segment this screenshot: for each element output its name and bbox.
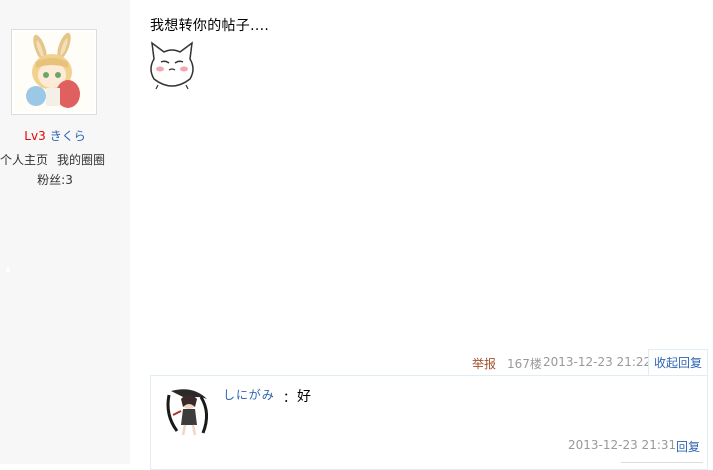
divider — [621, 462, 703, 463]
my-circle-link[interactable]: 我的圈圈 — [57, 153, 105, 167]
report-link[interactable]: 举报 — [472, 355, 496, 372]
user-level-line: Lv3 きくら — [0, 127, 110, 144]
post-content: 我想转你的帖子.... — [150, 18, 270, 34]
fans-count: 粉丝:3 — [37, 173, 73, 187]
user-links: 个人主页 我的圈圈 — [0, 151, 105, 168]
sub-reply-username[interactable]: しにがみ — [223, 386, 275, 403]
sub-reply-time: 2013-12-23 21:31 — [568, 438, 677, 452]
avatar[interactable] — [11, 29, 97, 115]
level-badge: Lv3 — [24, 129, 46, 143]
username-link[interactable]: きくら — [50, 129, 86, 143]
user-sidebar: Lv3 きくら 个人主页 我的圈圈 粉丝:3 — [0, 0, 130, 464]
sidebar-dot — [6, 268, 10, 272]
post-time: 2013-12-23 21:22 — [543, 355, 652, 369]
home-link[interactable]: 个人主页 — [0, 153, 48, 167]
reaper-avatar-icon[interactable] — [163, 385, 213, 437]
sub-reply-reply-button[interactable]: 回复 — [676, 438, 700, 455]
cat-blush-emoji-icon — [150, 41, 194, 90]
sub-reply-box: しにがみ ： 好 2013-12-23 21:31 回复 — [150, 375, 708, 470]
sub-reply-colon: ： — [283, 391, 297, 406]
sub-reply-content: 好 — [297, 389, 311, 405]
collapse-reply-button[interactable]: 收起回复 — [648, 349, 708, 375]
floor-number: 167楼 — [507, 357, 542, 371]
bunny-girl-avatar-icon — [14, 32, 94, 112]
